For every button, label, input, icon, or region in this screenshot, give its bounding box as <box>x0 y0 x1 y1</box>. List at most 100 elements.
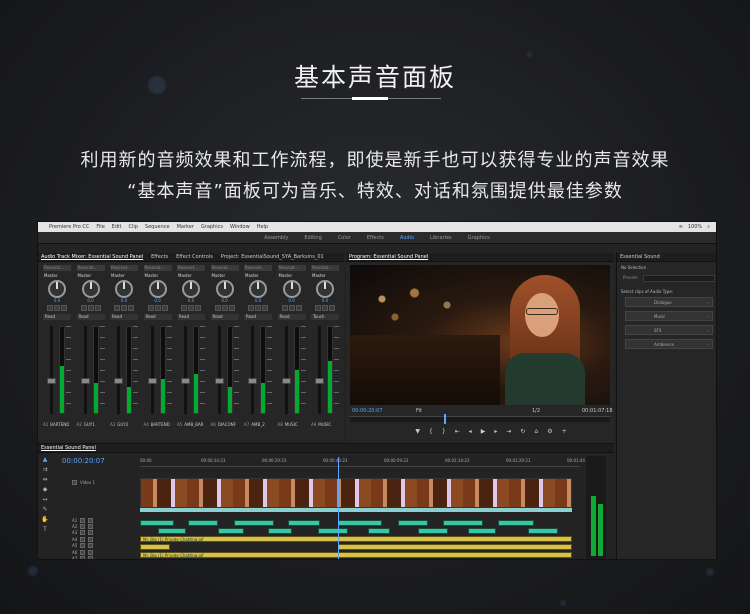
pan-knob[interactable] <box>215 280 234 298</box>
add-button-icon[interactable]: + <box>562 428 567 435</box>
workspace-tab[interactable]: Assembly <box>264 235 288 241</box>
timeline-ruler[interactable]: 00:00 00:00:14:23 00:00:29:23 00:00:44:23 00… <box>140 457 585 467</box>
essential-sound-title[interactable]: Essential Sound <box>620 254 660 260</box>
record-button[interactable] <box>262 305 268 311</box>
workspace-tab[interactable]: Libraries <box>430 235 452 241</box>
audio-clip[interactable] <box>418 528 448 534</box>
panel-tab[interactable]: Project: EssentialSound_SYA_Barksins_01 <box>221 254 324 260</box>
pen-icon[interactable]: ✎ <box>42 506 47 513</box>
pan-knob[interactable] <box>81 280 100 298</box>
record-button[interactable] <box>295 305 302 311</box>
record-button[interactable] <box>128 305 134 311</box>
audio-clip[interactable] <box>443 520 483 526</box>
settings-icon[interactable]: ⚙ <box>547 428 552 435</box>
automation-mode[interactable]: Read <box>244 314 272 320</box>
pan-knob[interactable] <box>249 280 267 298</box>
mute-button[interactable] <box>147 305 154 311</box>
effect-preset-slot[interactable]: Resonat... <box>311 265 339 271</box>
solo-button[interactable] <box>288 305 295 311</box>
step-forward-icon[interactable]: ▸ <box>494 428 497 435</box>
go-to-out-icon[interactable]: ⇥ <box>506 428 511 435</box>
workspace-tab[interactable]: Audio <box>400 235 414 241</box>
marker-icon[interactable]: ▼ <box>415 428 420 435</box>
audio-clip[interactable] <box>218 528 244 534</box>
effect-preset-slot[interactable]: Resonat... <box>43 265 71 271</box>
menubar-item[interactable]: Help <box>257 224 268 230</box>
audio-clip[interactable] <box>368 528 390 534</box>
type-icon[interactable]: T <box>43 526 47 533</box>
solo-button[interactable] <box>54 305 60 311</box>
automation-mode[interactable]: Touch <box>311 314 339 320</box>
workspace-tab[interactable]: Effects <box>367 235 384 241</box>
mute-button[interactable] <box>214 305 221 311</box>
timeline-title[interactable]: Essential Sound Panel <box>41 445 96 451</box>
audio-clip[interactable] <box>318 528 348 534</box>
menubar-item[interactable]: Marker <box>177 224 194 230</box>
panel-tab[interactable]: Effects <box>151 254 168 260</box>
effect-preset-slot[interactable]: Resonat... <box>210 265 239 271</box>
solo-track-button[interactable] <box>88 555 94 559</box>
fit-dropdown[interactable]: Fit <box>416 408 422 414</box>
solo-button[interactable] <box>87 305 94 311</box>
audio-clip[interactable] <box>398 520 428 526</box>
loop-icon[interactable]: ↻ <box>520 428 525 435</box>
menubar-item[interactable]: Window <box>230 224 250 230</box>
resolution-dropdown[interactable]: 1/2 <box>532 408 540 414</box>
record-button[interactable] <box>61 305 67 311</box>
solo-button[interactable] <box>322 305 328 311</box>
slip-icon[interactable]: ↔ <box>42 496 47 503</box>
pan-knob[interactable] <box>115 280 133 298</box>
in-point-icon[interactable]: { <box>429 428 433 435</box>
audio-clip[interactable] <box>268 528 292 534</box>
track-select-icon[interactable]: ⇉ <box>42 466 47 473</box>
razor-icon[interactable]: ◆ <box>43 486 48 493</box>
solo-button[interactable] <box>221 305 228 311</box>
record-button[interactable] <box>94 305 101 311</box>
mute-button[interactable] <box>47 305 53 311</box>
effect-preset-slot[interactable]: Resonat... <box>110 265 138 271</box>
audio-type-music-button[interactable]: Music <box>625 311 713 321</box>
pan-knob[interactable] <box>182 280 200 298</box>
effect-preset-slot[interactable]: Resonat... <box>177 265 205 271</box>
timeline-playhead[interactable] <box>338 457 339 559</box>
automation-mode[interactable]: Read <box>110 314 138 320</box>
automation-mode[interactable]: Read <box>143 314 172 320</box>
ripple-edit-icon[interactable]: ⇹ <box>42 476 47 483</box>
workspace-tab[interactable]: Editing <box>304 235 321 241</box>
mute-button[interactable] <box>281 305 288 311</box>
music-clip[interactable]: Mr. Big (1) Private Chatting.aif <box>140 536 572 542</box>
program-scrubber[interactable] <box>350 416 610 422</box>
record-button[interactable] <box>161 305 168 311</box>
program-playhead[interactable] <box>444 414 446 424</box>
audio-type-sfx-button[interactable]: SFX <box>625 325 713 335</box>
menubar-item[interactable]: Edit <box>112 224 122 230</box>
workspace-tab[interactable]: Color <box>338 235 351 241</box>
volume-fader[interactable] <box>47 378 56 384</box>
automation-mode[interactable]: Read <box>277 314 306 320</box>
selection-tool-icon[interactable]: ▲ <box>43 456 48 463</box>
volume-fader[interactable] <box>80 378 90 384</box>
volume-fader[interactable] <box>214 378 224 384</box>
record-button[interactable] <box>228 305 235 311</box>
volume-fader[interactable] <box>181 378 190 384</box>
music-clip[interactable] <box>140 544 170 550</box>
solo-button[interactable] <box>154 305 161 311</box>
audio-type-ambience-button[interactable]: Ambience <box>625 339 713 349</box>
solo-button[interactable] <box>121 305 127 311</box>
mute-button[interactable] <box>315 305 321 311</box>
audio-clip[interactable] <box>158 528 186 534</box>
mute-button[interactable] <box>248 305 254 311</box>
program-title[interactable]: Program: Essential Sound Panel <box>349 254 428 260</box>
step-back-icon[interactable]: ◂ <box>469 428 472 435</box>
automation-mode[interactable]: Read <box>210 314 239 320</box>
automation-mode[interactable]: Read <box>76 314 105 320</box>
pan-knob[interactable] <box>316 280 334 298</box>
panel-tab[interactable]: Audio Track Mixer: Essential Sound Panel <box>41 254 143 260</box>
volume-fader[interactable] <box>147 378 157 384</box>
menubar-item[interactable]: Sequence <box>145 224 170 230</box>
menubar-item[interactable]: Clip <box>128 224 137 230</box>
audio-type-dialogue-button[interactable]: Dialogue <box>625 297 713 307</box>
export-frame-icon[interactable]: ⌂ <box>534 428 538 435</box>
mute-track-button[interactable] <box>80 555 86 559</box>
menubar-item[interactable]: File <box>96 224 104 230</box>
